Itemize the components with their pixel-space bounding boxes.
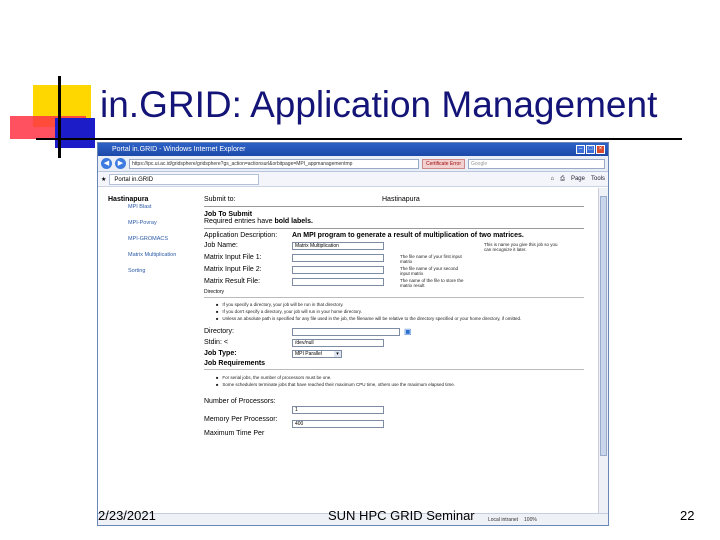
job-requirements-heading: Job Requirements — [204, 360, 266, 367]
browser-window: Portal in.GRID - Windows Internet Explor… — [97, 142, 609, 526]
list-item: Some schedulers terminate jobs that have… — [216, 381, 584, 388]
result-field[interactable] — [292, 278, 384, 286]
maximize-icon[interactable]: □ — [586, 145, 595, 154]
submit-to-row: Submit to: Hastinapura — [204, 196, 584, 203]
print-icon[interactable]: ⎙ — [560, 176, 565, 183]
sidebar-item-matrix-multiplication[interactable]: Matrix Multiplication — [128, 252, 200, 258]
input2-hint: The file name of your second input matri… — [400, 266, 459, 276]
list-item: If you specify a directory, your job wil… — [216, 301, 584, 308]
sidebar: Hastinapura MPI Blast MPI-Povray MPI-GRO… — [108, 196, 200, 274]
list-item: For serial jobs, the number of processor… — [216, 374, 584, 381]
scroll-thumb[interactable] — [600, 196, 607, 456]
sidebar-title: Hastinapura — [108, 196, 149, 203]
nproc-row: Number of Processors: 1 — [204, 398, 584, 414]
page-menu[interactable]: Page — [571, 176, 585, 183]
job-to-submit-heading: Job To Submit — [204, 211, 253, 218]
forward-icon[interactable]: ▶ — [115, 158, 126, 169]
mem-label: Memory Per Processor: — [204, 416, 278, 423]
jobtype-select[interactable]: MPI Parallel — [292, 350, 342, 358]
required-note-text: Required entries have — [204, 218, 275, 225]
vertical-scrollbar[interactable] — [598, 188, 608, 513]
zoom-level[interactable]: 100% — [524, 517, 537, 523]
title-underline — [36, 138, 682, 140]
divider — [204, 206, 584, 207]
mem-input[interactable]: 400 — [292, 420, 384, 428]
sidebar-item-sorting[interactable]: Sorting — [128, 268, 200, 274]
stdin-label: Stdin: < — [204, 339, 228, 346]
close-icon[interactable]: × — [596, 145, 605, 154]
tools-menu[interactable]: Tools — [591, 176, 605, 183]
footer-center: SUN HPC GRID Seminar — [328, 508, 475, 523]
input1-hint: The file name of your first input matrix — [400, 254, 462, 264]
directory-label: Directory: — [204, 328, 234, 335]
input2-row: Matrix Input File 2: The file name of yo… — [204, 266, 584, 276]
home-icon[interactable]: ⌂ — [551, 176, 555, 183]
result-label: Matrix Result File: — [204, 278, 261, 285]
back-icon[interactable]: ◀ — [101, 158, 112, 169]
result-hint: The name of the file to store the matrix… — [400, 278, 464, 288]
result-row: Matrix Result File: The name of the file… — [204, 278, 584, 288]
directory-input[interactable] — [292, 328, 400, 336]
minimize-icon[interactable]: – — [576, 145, 585, 154]
directory-bullets: If you specify a directory, your job wil… — [216, 301, 584, 322]
required-note-bold: bold labels. — [274, 218, 313, 225]
sidebar-item-mpi-povray[interactable]: MPI-Povray — [128, 220, 200, 226]
job-name-row: Job Name: Matrix Multiplication This is … — [204, 242, 584, 252]
stdin-input[interactable]: /dev/null — [292, 339, 384, 347]
page-content: Hastinapura MPI Blast MPI-Povray MPI-GRO… — [98, 188, 598, 513]
tab-portal[interactable]: Portal in.GRID — [109, 173, 260, 185]
stdin-row: Stdin: < /dev/null — [204, 339, 584, 347]
mem-row: Memory Per Processor: 400 — [204, 416, 584, 428]
page-number: 22 — [680, 508, 695, 523]
app-desc-value: An MPI program to generate a result of m… — [292, 232, 524, 239]
input2-label: Matrix Input File 2: — [204, 266, 262, 273]
url-input[interactable]: https://ipc.ui.ac.id/gridsphere/gridsphe… — [129, 158, 419, 169]
app-desc-label: Application Description: — [204, 232, 278, 239]
job-name-hint: This is name you give this job so you ca… — [484, 242, 558, 252]
footer-date: 2/23/2021 — [98, 508, 156, 523]
zone-status: Local intranet — [488, 516, 519, 523]
divider — [204, 369, 584, 370]
browser-titlebar: Portal in.GRID - Windows Internet Explor… — [98, 143, 608, 156]
jobtype-label: Job Type: — [204, 350, 237, 357]
input2-field[interactable] — [292, 266, 384, 274]
submit-to-value: Hastinapura — [382, 196, 420, 203]
tab-bar: ★ Portal in.GRID ⌂ ⎙ Page Tools — [98, 172, 608, 187]
requirements-bullets: For serial jobs, the number of processor… — [216, 374, 584, 388]
address-bar: ◀ ▶ https://ipc.ui.ac.id/gridsphere/grid… — [98, 156, 608, 172]
submit-to-label: Submit to: — [204, 196, 236, 203]
list-item: Unless an absolute path is specified for… — [216, 315, 584, 322]
maxtime-label: Maximum Time Per — [204, 430, 265, 437]
sidebar-item-mpi-gromacs[interactable]: MPI-GROMACS — [128, 236, 200, 242]
app-desc-row: Application Description: An MPI program … — [204, 232, 584, 240]
divider — [204, 297, 584, 298]
directory-row: Directory: ▣ — [204, 328, 584, 336]
input1-field[interactable] — [292, 254, 384, 262]
search-input[interactable]: Google — [468, 158, 605, 169]
nproc-input[interactable]: 1 — [292, 406, 384, 414]
sidebar-item-mpi-blast[interactable]: MPI Blast — [128, 204, 200, 210]
favorites-star-icon[interactable]: ★ — [101, 176, 106, 183]
certificate-error-badge[interactable]: Certificate Error — [422, 158, 466, 169]
folder-icon[interactable]: ▣ — [404, 328, 412, 336]
job-name-input[interactable]: Matrix Multiplication — [292, 242, 384, 250]
decoration-vertical-line — [58, 76, 61, 158]
required-note: Required entries have bold labels. — [204, 218, 584, 225]
divider — [204, 228, 584, 229]
input1-row: Matrix Input File 1: The file name of yo… — [204, 254, 584, 264]
job-form: Submit to: Hastinapura Job To Submit Req… — [204, 196, 584, 437]
slide-title: in.GRID: Application Management — [100, 84, 658, 125]
window-title: Portal in.GRID - Windows Internet Explor… — [112, 146, 246, 153]
decoration-blue-block — [55, 118, 95, 148]
input1-label: Matrix Input File 1: — [204, 254, 262, 261]
list-item: If you don't specify a directory, your j… — [216, 308, 584, 315]
nproc-label: Number of Processors: — [204, 398, 276, 405]
job-name-label: Job Name: — [204, 242, 238, 249]
maxtime-row: Maximum Time Per — [204, 430, 584, 437]
jobtype-row: Job Type: MPI Parallel — [204, 350, 584, 358]
directory-section-label: Directory — [204, 289, 225, 295]
